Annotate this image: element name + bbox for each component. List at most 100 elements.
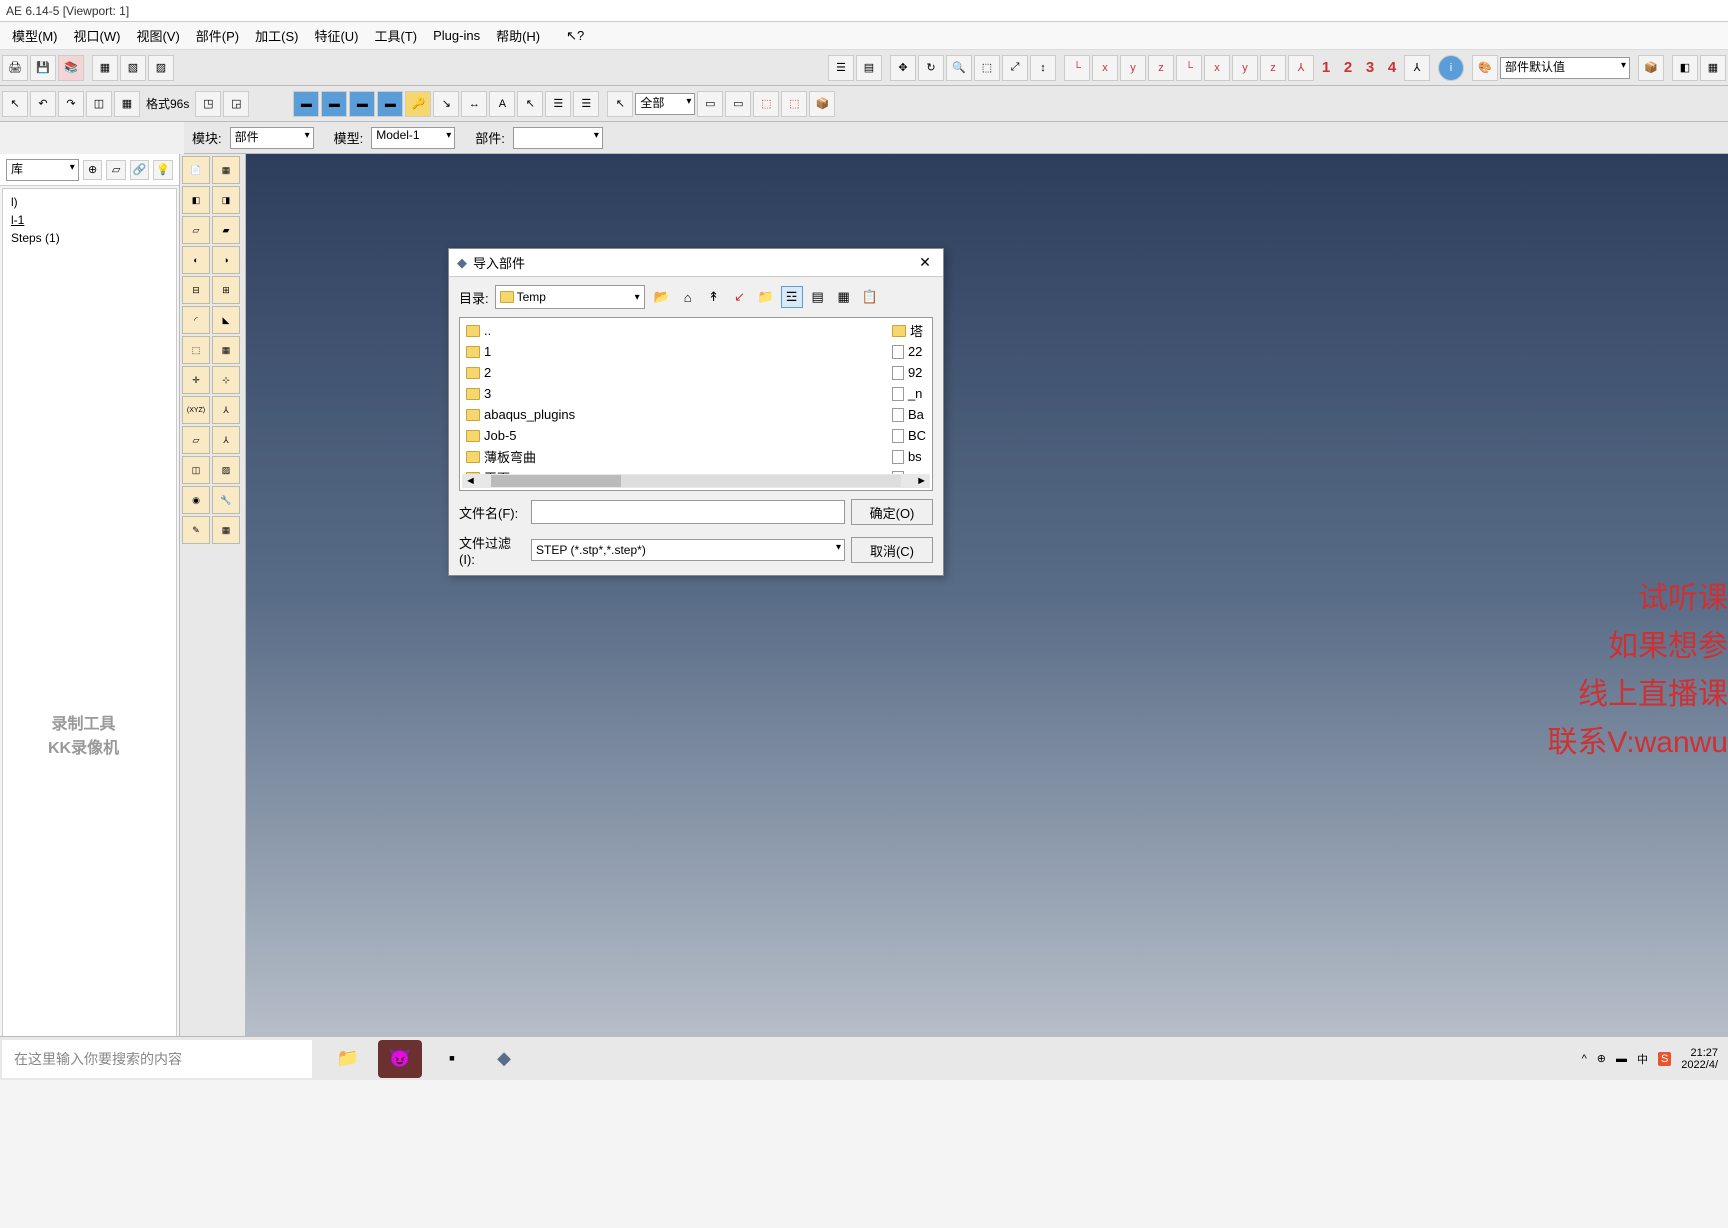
list-view-icon[interactable]: ☲ bbox=[781, 286, 803, 308]
cube1-icon[interactable]: ◳ bbox=[195, 91, 221, 117]
axis-z-icon[interactable]: z bbox=[1148, 55, 1174, 81]
select-all-combo[interactable]: 全部 bbox=[635, 93, 695, 115]
tree-add-icon[interactable]: ⊕ bbox=[83, 160, 103, 180]
tree-item[interactable]: Steps (1) bbox=[7, 229, 172, 247]
tool-shape1[interactable]: ◧ bbox=[182, 186, 210, 214]
zoombox-icon[interactable]: ⬚ bbox=[974, 55, 1000, 81]
tool-datum1[interactable]: ✛ bbox=[182, 366, 210, 394]
tool-chamfer[interactable]: ◣ bbox=[212, 306, 240, 334]
tray-ime-icon[interactable]: 中 bbox=[1637, 1051, 1648, 1067]
model-tree[interactable]: l) l-1 Steps (1) bbox=[2, 188, 177, 1046]
save-icon[interactable]: 💾 bbox=[30, 55, 56, 81]
menu-tool[interactable]: 工具(T) bbox=[367, 24, 426, 47]
layer4-icon[interactable]: ▬ bbox=[377, 91, 403, 117]
tree-bulb-icon[interactable]: 💡 bbox=[153, 160, 173, 180]
box3d-icon[interactable]: 📦 bbox=[809, 91, 835, 117]
detail-view-icon[interactable]: ▤ bbox=[807, 286, 829, 308]
list1-icon[interactable]: ☰ bbox=[545, 91, 571, 117]
tool-pattern[interactable]: ▨ bbox=[212, 456, 240, 484]
shade2-icon[interactable]: ▨ bbox=[148, 55, 174, 81]
arrow-icon[interactable]: ↘ bbox=[433, 91, 459, 117]
layer1-icon[interactable]: ▬ bbox=[293, 91, 319, 117]
axis-sys-icon[interactable]: ⅄ bbox=[1404, 55, 1430, 81]
ruler-icon[interactable]: ↔ bbox=[461, 91, 487, 117]
tool-round[interactable]: ◜ bbox=[182, 306, 210, 334]
filename-input[interactable] bbox=[531, 500, 845, 524]
shade-icon[interactable]: ▧ bbox=[120, 55, 146, 81]
axis-l2-icon[interactable]: └ bbox=[1176, 55, 1202, 81]
tool-extrude[interactable]: ▱ bbox=[182, 216, 210, 244]
axis-l-icon[interactable]: └ bbox=[1064, 55, 1090, 81]
menu-model[interactable]: 模型(M) bbox=[4, 24, 66, 47]
rect2-icon[interactable]: ▭ bbox=[725, 91, 751, 117]
text-a-icon[interactable]: A bbox=[489, 91, 515, 117]
axis-x2-icon[interactable]: x bbox=[1204, 55, 1230, 81]
tree-item[interactable]: l-1 bbox=[7, 211, 172, 229]
tool-cut1[interactable]: ⊟ bbox=[182, 276, 210, 304]
new-folder-icon[interactable]: 📁 bbox=[755, 286, 777, 308]
help-cursor-icon[interactable]: ↖? bbox=[558, 26, 592, 46]
updown-icon[interactable]: ↕ bbox=[1030, 55, 1056, 81]
menu-process[interactable]: 加工(S) bbox=[247, 24, 306, 47]
tool-datum2[interactable]: ⊹ bbox=[212, 366, 240, 394]
ok-button[interactable]: 确定(O) bbox=[851, 499, 933, 525]
parts-default-select[interactable]: 部件默认值 bbox=[1500, 57, 1630, 79]
model-select[interactable]: Model-1 bbox=[371, 127, 455, 149]
tool-icon[interactable]: ↟ bbox=[703, 286, 725, 308]
tool-xyz[interactable]: (XYZ) bbox=[182, 396, 210, 424]
axis-xyz-icon[interactable]: ⅄ bbox=[1288, 55, 1314, 81]
tool-sweep[interactable]: ◐ bbox=[182, 246, 210, 274]
tool-csys[interactable]: ⅄ bbox=[212, 396, 240, 424]
select-icon[interactable]: ↖ bbox=[517, 91, 543, 117]
close-icon[interactable]: ✕ bbox=[915, 253, 935, 273]
grid2-icon[interactable]: ▤ bbox=[856, 55, 882, 81]
info-icon[interactable]: i bbox=[1438, 55, 1464, 81]
tool-repair[interactable]: 🔧 bbox=[212, 486, 240, 514]
tray-sogou-icon[interactable]: S bbox=[1658, 1052, 1671, 1066]
tool-cut2[interactable]: ⊞ bbox=[212, 276, 240, 304]
module-select[interactable]: 部件 bbox=[230, 127, 314, 149]
layout1-icon[interactable]: ◧ bbox=[1672, 55, 1698, 81]
tree-link-icon[interactable]: 🔗 bbox=[130, 160, 150, 180]
terminal-icon[interactable]: ▪ bbox=[430, 1040, 474, 1078]
menu-view[interactable]: 视图(V) bbox=[128, 24, 187, 47]
tool-sketch[interactable]: ✎ bbox=[182, 516, 210, 544]
tool-partition[interactable]: ⬚ bbox=[182, 336, 210, 364]
list2-icon[interactable]: ☰ bbox=[573, 91, 599, 117]
layer3-icon[interactable]: ▬ bbox=[349, 91, 375, 117]
redo-icon[interactable]: ↷ bbox=[58, 91, 84, 117]
grid-view-icon[interactable]: ▦ bbox=[833, 286, 855, 308]
fit-icon[interactable]: ⤢ bbox=[1002, 55, 1028, 81]
tray-clock[interactable]: 21:27 2022/4/ bbox=[1681, 1047, 1718, 1071]
view-4[interactable]: 4 bbox=[1382, 59, 1402, 76]
tool-geom[interactable]: ◉ bbox=[182, 486, 210, 514]
tray-battery-icon[interactable]: ▬ bbox=[1616, 1053, 1627, 1065]
cube2-icon[interactable]: ◲ bbox=[223, 91, 249, 117]
undo-icon[interactable]: ↶ bbox=[30, 91, 56, 117]
menu-help[interactable]: 帮助(H) bbox=[488, 24, 548, 47]
tool-create[interactable]: 📄 bbox=[182, 156, 210, 184]
stack-icon[interactable]: 📚 bbox=[58, 55, 84, 81]
tree-page-icon[interactable]: ▱ bbox=[106, 160, 126, 180]
layer2-icon[interactable]: ▬ bbox=[321, 91, 347, 117]
view-1[interactable]: 1 bbox=[1316, 59, 1336, 76]
menu-part[interactable]: 部件(P) bbox=[188, 24, 247, 47]
tool-misc[interactable]: ▦ bbox=[212, 516, 240, 544]
tool-axis[interactable]: ⅄ bbox=[212, 426, 240, 454]
tool-plane[interactable]: ▱ bbox=[182, 426, 210, 454]
app1-icon[interactable]: 😈 bbox=[378, 1040, 422, 1078]
pin-icon[interactable]: ↙ bbox=[729, 286, 751, 308]
tool-manager[interactable]: ▦ bbox=[212, 156, 240, 184]
axis-y2-icon[interactable]: y bbox=[1232, 55, 1258, 81]
taskbar-search[interactable]: 在这里输入你要搜索的内容 bbox=[2, 1040, 312, 1078]
wireframe-icon[interactable]: ▦ bbox=[92, 55, 118, 81]
print-icon[interactable]: 🖨 bbox=[2, 55, 28, 81]
part-select[interactable] bbox=[513, 127, 603, 149]
directory-select[interactable]: Temp ▾ bbox=[495, 285, 645, 309]
grid1-icon[interactable]: ☰ bbox=[828, 55, 854, 81]
multi-icon[interactable]: ▦ bbox=[114, 91, 140, 117]
home-icon[interactable]: ⌂ bbox=[677, 286, 699, 308]
axis-x-icon[interactable]: x bbox=[1092, 55, 1118, 81]
filter-select[interactable]: STEP (*.stp*,*.step*) bbox=[531, 539, 845, 561]
tray-network-icon[interactable]: ⊕ bbox=[1597, 1052, 1606, 1065]
